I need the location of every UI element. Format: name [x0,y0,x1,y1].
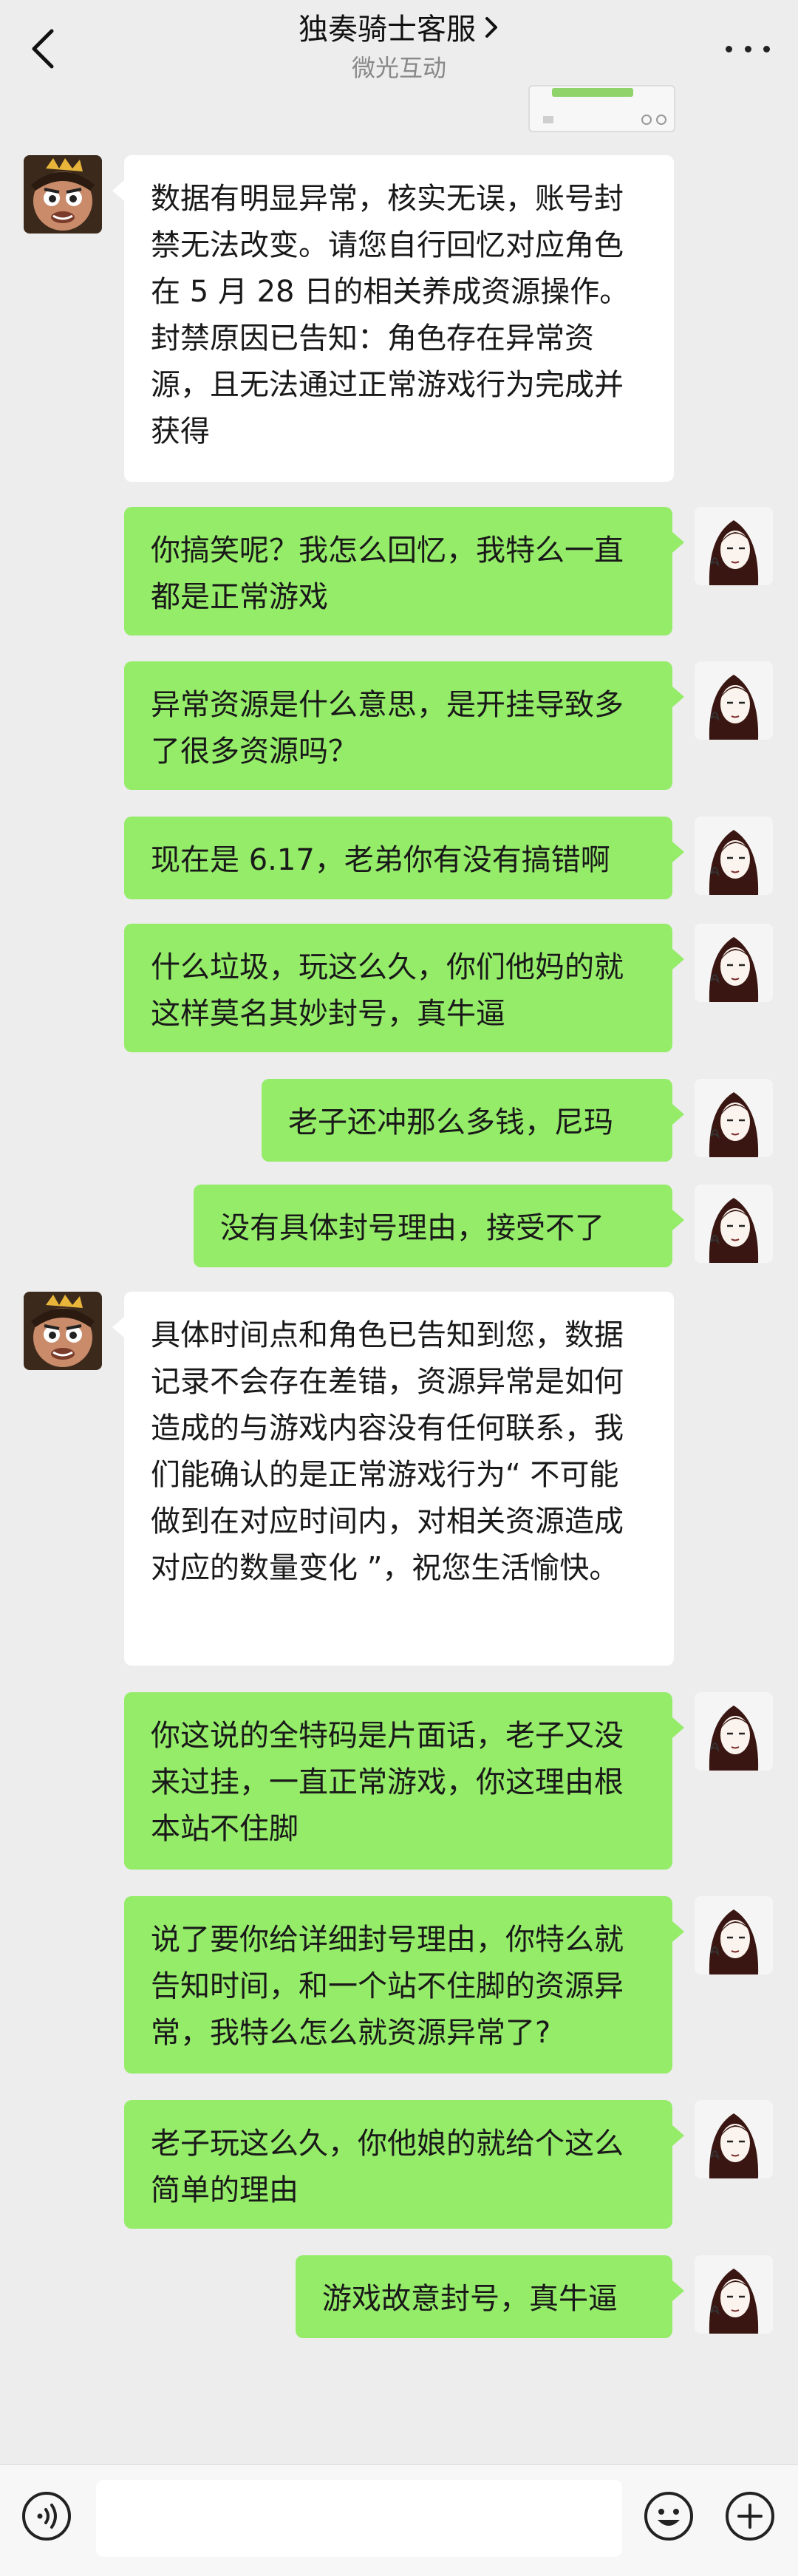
message-bubble[interactable]: 老子还冲那么多钱，尼玛 [262,1079,684,1162]
voice-button[interactable] [21,2490,72,2542]
plus-icon [726,2492,774,2541]
emoji-button[interactable] [643,2490,695,2542]
chat-title: 独奏骑士客服 [299,13,476,47]
message-input[interactable] [96,2480,622,2557]
user-avatar[interactable] [695,2100,773,2178]
message-bubble[interactable]: 具体时间点和角色已告知到您，数据记录不会存在差错，资源异常是如何造成的与游戏内容… [112,1292,674,1666]
emoji-icon [644,2492,693,2541]
more-options-button[interactable] [726,34,770,64]
message-bubble[interactable]: 你搞笑呢？我怎么回忆，我特么一直都是正常游戏 [124,507,684,636]
plus-button[interactable] [724,2490,776,2542]
service-avatar[interactable] [24,155,102,234]
user-avatar[interactable] [695,817,773,895]
message-bubble[interactable]: 老子玩这么久，你他娘的就给个这么简单的理由 [124,2100,684,2229]
message-bubble[interactable]: 什么垃圾，玩这么久，你们他妈的就这样莫名其妙封号，真牛逼 [124,924,684,1052]
message-bubble[interactable]: 说了要你给详细封号理由，你特么就告知时间，和一个站不住脚的资源异常，我特么怎么就… [124,1896,684,2074]
chat-title-row[interactable]: 独奏骑士客服 [0,10,798,49]
user-avatar[interactable] [695,507,773,585]
user-avatar[interactable] [695,661,773,740]
chat-subtitle: 微光互动 [351,54,446,82]
user-avatar[interactable] [695,2255,773,2334]
chat-header: 独奏骑士客服 微光互动 [0,0,798,96]
user-avatar[interactable] [695,924,773,1002]
message-bubble[interactable]: 没有具体封号理由，接受不了 [194,1185,684,1267]
user-avatar[interactable] [695,1896,773,1974]
message-bubble[interactable]: 数据有明显异常，核实无误，账号封禁无法改变。请您自行回忆对应角色在 5 月 28… [112,155,674,482]
user-avatar[interactable] [695,1185,773,1263]
service-avatar[interactable] [24,1292,102,1370]
user-avatar[interactable] [695,1079,773,1157]
more-dots-icon [726,45,732,52]
user-avatar[interactable] [695,1692,773,1771]
input-bar [0,2464,798,2576]
message-bubble[interactable]: 你这说的全特码是片面话，老子又没来过挂，一直正常游戏，你这理由根本站不住脚 [124,1692,684,1870]
message-bubble[interactable]: 游戏故意封号，真牛逼 [296,2255,684,2338]
previous-image-message-snippet[interactable] [528,85,675,132]
voice-icon [22,2492,71,2541]
message-bubble[interactable]: 异常资源是什么意思，是开挂导致多了很多资源吗？ [124,661,684,790]
message-bubble[interactable]: 现在是 6.17，老弟你有没有搞错啊 [124,817,684,899]
chevron-right-icon [483,10,499,49]
